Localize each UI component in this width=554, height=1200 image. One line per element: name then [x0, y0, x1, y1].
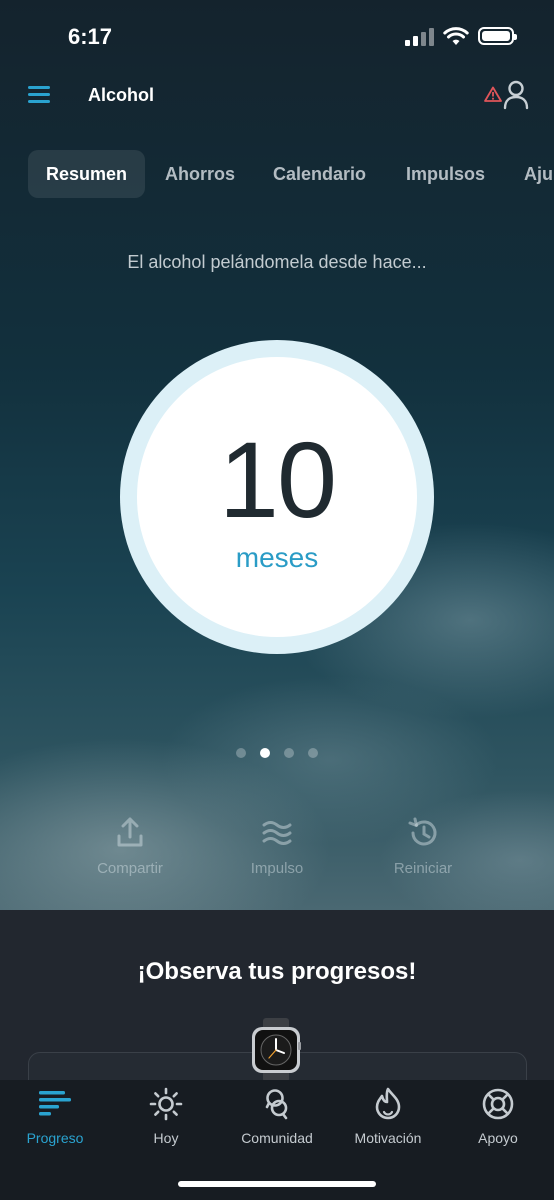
tab-progreso[interactable]: Progreso — [0, 1086, 110, 1146]
share-button[interactable]: Compartir — [70, 816, 190, 877]
page-title: Alcohol — [88, 85, 154, 105]
tab-hoy-label: Hoy — [153, 1130, 179, 1146]
page-indicator[interactable] — [236, 746, 320, 760]
impulse-label: Impulso — [250, 860, 304, 877]
smartwatch-icon — [252, 1018, 301, 1082]
reset-button[interactable]: Reiniciar — [363, 816, 483, 877]
motivation-icon — [375, 1087, 401, 1120]
warning-icon[interactable] — [484, 86, 502, 102]
tab-motivacion[interactable]: Motivación — [333, 1086, 443, 1146]
status-time: 6:17 — [68, 24, 113, 49]
summary-subtitle: El alcohol pelándomela desde hace... — [127, 252, 427, 272]
battery-icon — [478, 27, 517, 45]
user-profile-icon[interactable] — [503, 80, 529, 110]
page-dot-active[interactable] — [260, 748, 270, 758]
cellular-signal-icon — [405, 28, 435, 46]
tab-ajustes[interactable]: Aju — [524, 150, 553, 198]
menu-icon[interactable] — [28, 86, 52, 104]
tab-apoyo-label: Apoyo — [478, 1130, 518, 1146]
reset-label: Reiniciar — [393, 860, 453, 877]
tab-impulsos[interactable]: Impulsos — [406, 150, 485, 198]
page-dot[interactable] — [308, 748, 318, 758]
share-label: Compartir — [97, 860, 163, 877]
tab-progreso-label: Progreso — [26, 1130, 84, 1146]
tab-resumen[interactable]: Resumen — [28, 150, 146, 198]
impulse-button[interactable]: Impulso — [217, 816, 337, 877]
community-icon — [265, 1089, 288, 1120]
tab-ahorros[interactable]: Ahorros — [165, 150, 235, 198]
home-indicator[interactable] — [178, 1181, 376, 1187]
page-dot[interactable] — [236, 748, 246, 758]
history-icon — [408, 817, 437, 846]
wifi-icon — [443, 27, 469, 45]
progress-panel-title: ¡Observa tus progresos! — [137, 958, 417, 985]
counter-unit: meses — [235, 542, 319, 573]
progress-icon — [39, 1091, 71, 1116]
page-dot[interactable] — [284, 748, 294, 758]
share-icon — [117, 817, 143, 847]
counter-value: 10 — [218, 419, 337, 540]
sun-icon — [149, 1087, 183, 1121]
tab-calendario[interactable]: Calendario — [273, 150, 366, 198]
waves-icon — [262, 821, 292, 845]
tab-motivacion-label: Motivación — [354, 1130, 422, 1146]
status-bar: 6:17 — [0, 0, 554, 70]
tab-apoyo[interactable]: Apoyo — [443, 1086, 553, 1146]
tab-comunidad[interactable]: Comunidad — [222, 1086, 332, 1146]
lifebuoy-icon — [482, 1088, 514, 1120]
tab-hoy[interactable]: Hoy — [111, 1086, 221, 1146]
tab-comunidad-label: Comunidad — [241, 1130, 313, 1146]
